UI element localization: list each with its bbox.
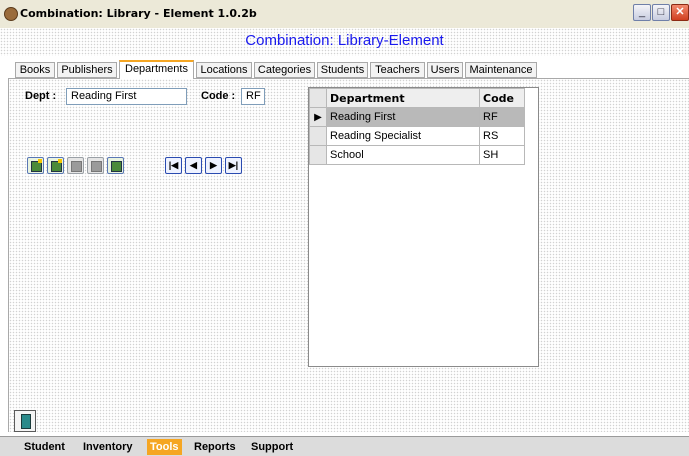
row-indicator bbox=[309, 126, 327, 146]
tab-inventory[interactable]: Inventory bbox=[83, 439, 133, 455]
code-cell[interactable]: RS bbox=[479, 126, 525, 146]
save-record-icon[interactable] bbox=[67, 157, 84, 174]
minimize-button[interactable]: _ bbox=[633, 4, 651, 21]
tab-publishers[interactable]: Publishers bbox=[57, 62, 117, 78]
tab-users[interactable]: Users bbox=[427, 62, 463, 78]
cancel-record-icon[interactable] bbox=[87, 157, 104, 174]
departments-grid: Department Code ▶ Reading First RF Readi… bbox=[308, 87, 539, 367]
tab-maintenance[interactable]: Maintenance bbox=[465, 62, 537, 78]
tab-locations[interactable]: Locations bbox=[196, 62, 252, 78]
grid-header-row: Department Code bbox=[309, 88, 525, 108]
column-header-department[interactable]: Department bbox=[326, 88, 480, 108]
bottom-tab-bar: Student Inventory Tools Reports Support bbox=[0, 436, 689, 456]
code-cell[interactable]: RF bbox=[479, 107, 525, 127]
window-title: Combination: Library - Element 1.0.2b bbox=[20, 7, 257, 20]
close-button[interactable]: ✕ bbox=[671, 4, 689, 21]
row-indicator bbox=[309, 145, 327, 165]
tab-support[interactable]: Support bbox=[251, 439, 293, 455]
department-cell[interactable]: Reading First bbox=[326, 107, 480, 127]
code-field[interactable]: RF bbox=[241, 88, 265, 105]
tab-teachers[interactable]: Teachers bbox=[370, 62, 425, 78]
department-cell[interactable]: Reading Specialist bbox=[326, 126, 480, 146]
tab-students[interactable]: Students bbox=[317, 62, 368, 78]
dept-field[interactable]: Reading First bbox=[66, 88, 187, 105]
department-cell[interactable]: School bbox=[326, 145, 480, 165]
title-bar: Combination: Library - Element 1.0.2b _ … bbox=[0, 0, 689, 29]
app-window: Combination: Library - Element 1.0.2b _ … bbox=[0, 0, 689, 456]
code-label: Code : bbox=[201, 90, 236, 102]
tab-tools[interactable]: Tools bbox=[147, 439, 182, 455]
column-header-code[interactable]: Code bbox=[479, 88, 525, 108]
code-cell[interactable]: SH bbox=[479, 145, 525, 165]
maximize-button[interactable]: □ bbox=[652, 4, 670, 21]
page-title: Combination: Library-Element bbox=[245, 32, 444, 49]
add-record-icon[interactable] bbox=[27, 157, 44, 174]
previous-record-icon[interactable]: ◀ bbox=[185, 157, 202, 174]
app-icon bbox=[4, 7, 18, 21]
last-record-icon[interactable]: ▶| bbox=[225, 157, 242, 174]
edit-record-icon[interactable] bbox=[47, 157, 64, 174]
table-row[interactable]: ▶ Reading First RF bbox=[309, 107, 525, 127]
tab-reports[interactable]: Reports bbox=[194, 439, 236, 455]
delete-record-icon[interactable] bbox=[107, 157, 124, 174]
table-row[interactable]: Reading Specialist RS bbox=[309, 126, 525, 146]
grid-corner bbox=[309, 88, 327, 108]
tab-student[interactable]: Student bbox=[24, 439, 65, 455]
row-indicator-icon: ▶ bbox=[309, 107, 327, 127]
tab-books[interactable]: Books bbox=[15, 62, 55, 78]
tab-categories[interactable]: Categories bbox=[254, 62, 315, 78]
table-row[interactable]: School SH bbox=[309, 145, 525, 165]
tab-departments[interactable]: Departments bbox=[119, 60, 194, 79]
first-record-icon[interactable]: |◀ bbox=[165, 157, 182, 174]
exit-door-icon[interactable] bbox=[14, 410, 36, 432]
dept-label: Dept : bbox=[25, 90, 57, 102]
next-record-icon[interactable]: ▶ bbox=[205, 157, 222, 174]
